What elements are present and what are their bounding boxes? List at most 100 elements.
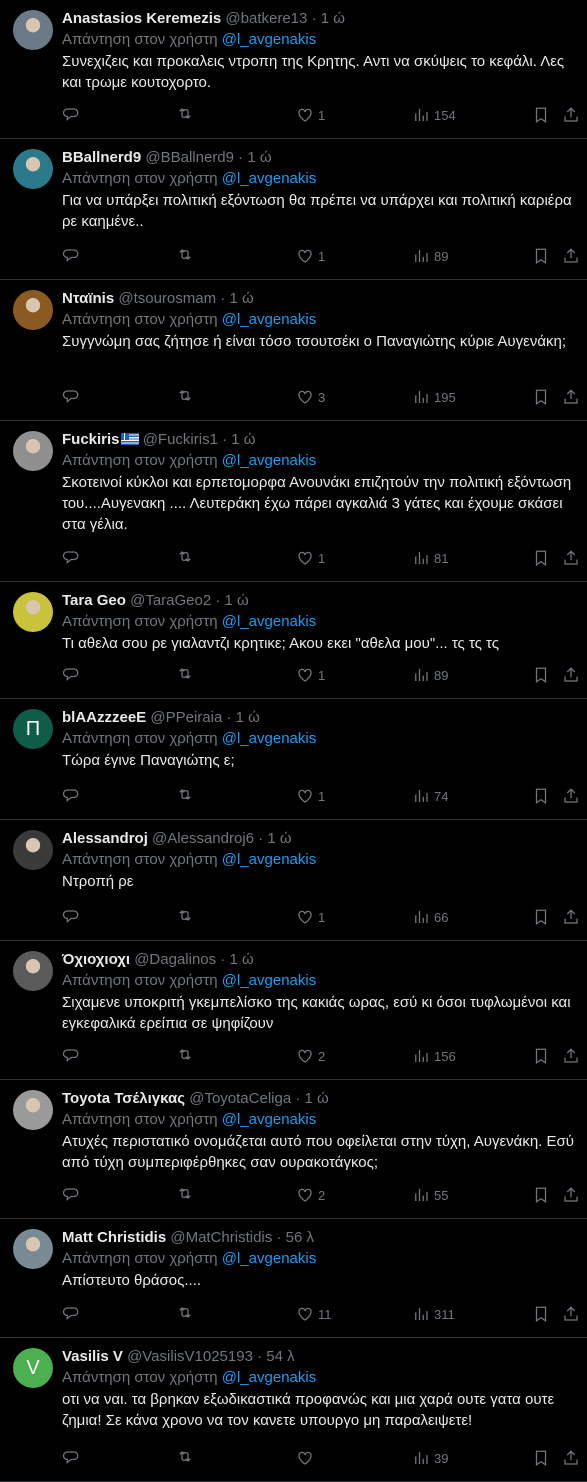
tweet-reply[interactable]: Toyota Τσέλιγκας @ToyotaCeliga · 1 ώ Απάν… (0, 1080, 587, 1219)
bookmark-button[interactable] (532, 787, 550, 805)
like-button[interactable]: 3 (296, 388, 325, 406)
bookmark-button[interactable] (532, 666, 550, 684)
avatar[interactable] (13, 951, 53, 991)
user-handle[interactable]: @BBallnerd9 (145, 149, 234, 166)
timestamp[interactable]: 1 ώ (229, 290, 253, 307)
mention-link[interactable]: @l_avgenakis (222, 170, 316, 187)
retweet-button[interactable] (176, 1305, 198, 1323)
timestamp[interactable]: 1 ώ (305, 1090, 329, 1107)
retweet-button[interactable] (176, 1186, 198, 1204)
tweet-reply[interactable]: Fuckiris @Fuckiris1 · 1 ώ Απάντηση στον χ… (0, 421, 587, 582)
display-name[interactable]: Νταϊnis (62, 290, 114, 307)
bookmark-button[interactable] (532, 1305, 550, 1323)
tweet-reply[interactable]: V Vasilis V @VasilisV1025193 · 54 λ Απάντη… (0, 1338, 587, 1482)
views-button[interactable]: 89 (412, 666, 448, 684)
share-button[interactable] (562, 549, 580, 567)
avatar[interactable] (13, 1229, 53, 1269)
mention-link[interactable]: @l_avgenakis (222, 311, 316, 328)
tweet-reply[interactable]: BBallnerd9 @BBallnerd9 · 1 ώ Απάντηση στο… (0, 139, 587, 280)
display-name[interactable]: Matt Christidis (62, 1229, 166, 1246)
mention-link[interactable]: @l_avgenakis (222, 1250, 316, 1267)
display-name[interactable]: Toyota Τσέλιγκας (62, 1090, 185, 1107)
like-button[interactable] (296, 1449, 318, 1467)
mention-link[interactable]: @l_avgenakis (222, 1369, 316, 1386)
views-button[interactable]: 156 (412, 1047, 456, 1065)
user-handle[interactable]: @MatChristidis (170, 1229, 272, 1246)
share-button[interactable] (562, 1449, 580, 1467)
avatar[interactable] (13, 830, 53, 870)
tweet-reply[interactable]: Matt Christidis @MatChristidis · 56 λ Απά… (0, 1219, 587, 1338)
views-button[interactable]: 74 (412, 787, 448, 805)
views-button[interactable]: 195 (412, 388, 456, 406)
like-button[interactable]: 1 (296, 787, 325, 805)
user-handle[interactable]: @TaraGeo2 (130, 592, 211, 609)
like-button[interactable]: 2 (296, 1047, 325, 1065)
reply-button[interactable] (62, 787, 84, 805)
user-handle[interactable]: @PPeiraia (150, 709, 222, 726)
views-button[interactable]: 81 (412, 549, 448, 567)
like-button[interactable]: 2 (296, 1186, 325, 1204)
views-button[interactable]: 39 (412, 1449, 448, 1467)
timestamp[interactable]: 56 λ (286, 1229, 314, 1246)
tweet-reply[interactable]: Alessandroj @Alessandroj6 · 1 ώ Απάντηση … (0, 820, 587, 941)
user-handle[interactable]: @batkere13 (225, 10, 307, 27)
reply-button[interactable] (62, 549, 84, 567)
views-button[interactable]: 66 (412, 908, 448, 926)
mention-link[interactable]: @l_avgenakis (222, 452, 316, 469)
bookmark-button[interactable] (532, 247, 550, 265)
reply-button[interactable] (62, 388, 84, 406)
bookmark-button[interactable] (532, 549, 550, 567)
timestamp[interactable]: 1 ώ (267, 830, 291, 847)
like-button[interactable]: 11 (296, 1305, 332, 1323)
share-button[interactable] (562, 787, 580, 805)
display-name[interactable]: blAAzzzeeE (62, 709, 146, 726)
avatar[interactable] (13, 592, 53, 632)
like-button[interactable]: 1 (296, 549, 325, 567)
user-handle[interactable]: @Dagalinos (134, 951, 216, 968)
bookmark-button[interactable] (532, 1047, 550, 1065)
timestamp[interactable]: 1 ώ (321, 10, 345, 27)
display-name[interactable]: Όχιοχιοχι (62, 951, 130, 968)
retweet-button[interactable] (176, 247, 198, 265)
like-button[interactable]: 1 (296, 908, 325, 926)
bookmark-button[interactable] (532, 388, 550, 406)
reply-button[interactable] (62, 1047, 84, 1065)
user-handle[interactable]: @VasilisV1025193 (127, 1348, 253, 1365)
share-button[interactable] (562, 1047, 580, 1065)
views-button[interactable]: 55 (412, 1186, 448, 1204)
reply-button[interactable] (62, 1449, 84, 1467)
reply-button[interactable] (62, 1305, 84, 1323)
mention-link[interactable]: @l_avgenakis (222, 31, 316, 48)
views-button[interactable]: 154 (412, 106, 456, 124)
timestamp[interactable]: 1 ώ (231, 431, 255, 448)
mention-link[interactable]: @l_avgenakis (222, 1111, 316, 1128)
share-button[interactable] (562, 666, 580, 684)
avatar[interactable]: V (13, 1348, 53, 1388)
bookmark-button[interactable] (532, 908, 550, 926)
tweet-reply[interactable]: ΠblAAzzzeeE @PPeiraia · 1 ώ Απάντηση στον… (0, 699, 587, 820)
user-handle[interactable]: @Alessandroj6 (152, 830, 254, 847)
share-button[interactable] (562, 1186, 580, 1204)
avatar[interactable] (13, 1090, 53, 1130)
like-button[interactable]: 1 (296, 666, 325, 684)
bookmark-button[interactable] (532, 106, 550, 124)
mention-link[interactable]: @l_avgenakis (222, 972, 316, 989)
display-name[interactable]: Anastasios Keremezis (62, 10, 221, 27)
retweet-button[interactable] (176, 1047, 198, 1065)
tweet-reply[interactable]: Anastasios Keremezis @batkere13 · 1 ώ Απά… (0, 0, 587, 139)
retweet-button[interactable] (176, 1449, 198, 1467)
share-button[interactable] (562, 106, 580, 124)
display-name[interactable]: Vasilis V (62, 1348, 123, 1365)
avatar[interactable] (13, 431, 53, 471)
timestamp[interactable]: 1 ώ (225, 592, 249, 609)
avatar[interactable]: Π (13, 709, 53, 749)
tweet-reply[interactable]: Όχιοχιοχι @Dagalinos · 1 ώ Απάντηση στον … (0, 941, 587, 1080)
like-button[interactable]: 1 (296, 106, 325, 124)
views-button[interactable]: 89 (412, 247, 448, 265)
display-name[interactable]: Fuckiris (62, 431, 120, 448)
user-handle[interactable]: @tsourosmam (118, 290, 216, 307)
views-button[interactable]: 311 (412, 1305, 455, 1323)
share-button[interactable] (562, 908, 580, 926)
reply-button[interactable] (62, 908, 84, 926)
display-name[interactable]: Tara Geo (62, 592, 126, 609)
